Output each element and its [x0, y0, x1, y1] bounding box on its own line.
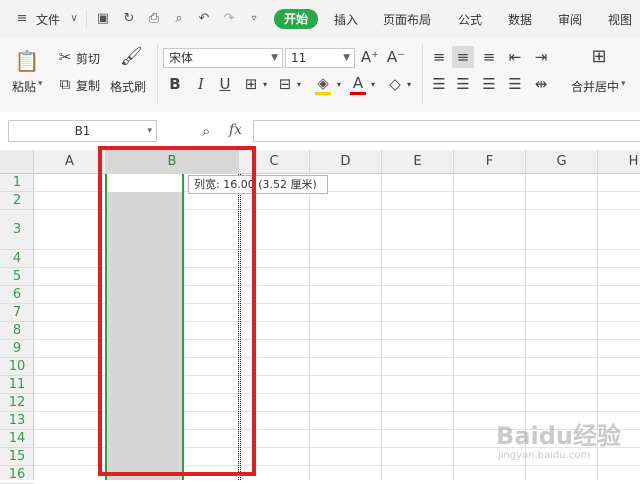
row-header-10[interactable]: 10 — [0, 358, 34, 376]
quick-access-dropdown-icon[interactable]: ▿ — [246, 11, 262, 27]
tab-review[interactable]: 审阅 — [558, 11, 582, 28]
menu-bar: ≡ 文件 ∨ ▣ ↻ ⎙ ⌕ ↶ ↷ ▿ 开始 插入 页面布局 公式 数据 审阅… — [0, 0, 640, 38]
chevron-down-icon: ▼ — [343, 53, 350, 63]
row-header-13[interactable]: 13 — [0, 412, 34, 430]
redo-icon[interactable]: ↷ — [221, 11, 237, 27]
paste-dropdown-icon[interactable]: ▾ — [38, 79, 43, 89]
borders-icon[interactable]: ⊞ — [242, 75, 260, 93]
align-left-icon[interactable]: ☰ — [430, 75, 448, 93]
distributed-align-icon[interactable]: ⇹ — [532, 75, 550, 93]
chevron-down-icon: ▾ — [147, 126, 152, 136]
name-box[interactable]: B1 ▾ — [8, 120, 157, 142]
chevron-down-icon: ▼ — [271, 53, 278, 63]
chevron-down-icon[interactable]: ▾ — [260, 76, 270, 94]
merge-center-button[interactable]: 合并居中 — [571, 78, 619, 95]
watermark-brand: Baidu经验 — [496, 422, 621, 450]
hamburger-menu-icon[interactable]: ≡ — [14, 11, 30, 27]
column-header-g[interactable]: G — [526, 150, 598, 174]
bold-button[interactable]: B — [166, 75, 184, 93]
row-header-12[interactable]: 12 — [0, 394, 34, 412]
tab-insert[interactable]: 插入 — [334, 11, 358, 28]
align-center-icon[interactable]: ☰ — [454, 75, 472, 93]
underline-button[interactable]: U — [216, 75, 234, 93]
tab-start[interactable]: 开始 — [274, 9, 318, 29]
formula-input[interactable] — [253, 120, 640, 142]
save-icon[interactable]: ▣ — [95, 11, 111, 27]
format-painter-icon[interactable]: 🖌 — [120, 48, 143, 66]
copy-icon[interactable]: ⧉ — [56, 75, 74, 93]
row-header-9[interactable]: 9 — [0, 340, 34, 358]
align-bottom-icon[interactable]: ≡ — [480, 48, 498, 66]
merge-dropdown-icon[interactable]: ▾ — [621, 79, 626, 89]
chevron-down-icon[interactable]: ▾ — [294, 76, 304, 94]
row-header-2[interactable]: 2 — [0, 192, 34, 210]
row-header-3[interactable]: 3 — [0, 210, 34, 250]
tab-formulas[interactable]: 公式 — [458, 11, 482, 28]
export-icon[interactable]: ↻ — [121, 11, 137, 27]
row-header-7[interactable]: 7 — [0, 304, 34, 322]
name-box-value: B1 — [74, 124, 91, 138]
font-color-icon[interactable]: A — [350, 74, 366, 92]
fill-color-icon[interactable]: ◈ — [314, 74, 332, 92]
chevron-down-icon[interactable]: ▾ — [404, 76, 414, 94]
column-header-f[interactable]: F — [454, 150, 526, 174]
chevron-down-icon[interactable]: ▾ — [368, 76, 378, 94]
font-name-select[interactable]: 宋体 ▼ — [163, 48, 283, 68]
select-all-corner[interactable] — [0, 150, 34, 174]
increase-font-icon[interactable]: A⁺ — [360, 48, 380, 66]
column-header-e[interactable]: E — [382, 150, 454, 174]
increase-indent-icon[interactable]: ⇥ — [532, 48, 550, 66]
zoom-formula-icon[interactable]: ⌕ — [202, 122, 210, 140]
fx-icon[interactable]: fx — [229, 122, 242, 138]
font-color-swatch — [350, 92, 366, 95]
column-header-h[interactable]: H — [598, 150, 640, 174]
justify-icon[interactable]: ☰ — [506, 75, 524, 93]
row-header-6[interactable]: 6 — [0, 286, 34, 304]
align-top-icon[interactable]: ≡ — [430, 48, 448, 66]
row-header-16[interactable]: 16 — [0, 466, 34, 484]
copy-button[interactable]: 复制 — [76, 77, 100, 94]
column-header-a[interactable]: A — [34, 150, 106, 174]
tab-data[interactable]: 数据 — [508, 11, 532, 28]
print-preview-icon[interactable]: ⌕ — [171, 11, 187, 27]
column-header-d[interactable]: D — [310, 150, 382, 174]
paste-button[interactable]: 粘贴 — [12, 78, 36, 95]
chevron-down-icon[interactable]: ∨ — [66, 11, 82, 27]
file-menu[interactable]: 文件 — [36, 11, 60, 28]
paste-icon[interactable]: 📋 — [14, 48, 40, 74]
watermark: Baidu经验 jingyan.baidu.com — [496, 416, 636, 476]
font-size-value: 11 — [291, 51, 307, 65]
font-size-select[interactable]: 11 ▼ — [285, 48, 355, 68]
watermark-url: jingyan.baidu.com — [498, 450, 591, 461]
eraser-icon[interactable]: ◇ — [386, 75, 404, 93]
align-middle-icon[interactable]: ≡ — [454, 48, 472, 66]
print-icon[interactable]: ⎙ — [146, 11, 162, 27]
decrease-font-icon[interactable]: A⁻ — [386, 48, 406, 66]
row-header-1[interactable]: 1 — [0, 174, 34, 192]
font-name-value: 宋体 — [169, 51, 194, 65]
tab-view[interactable]: 视图 — [608, 11, 632, 28]
format-painter-button[interactable]: 格式刷 — [110, 78, 146, 95]
row-header-14[interactable]: 14 — [0, 430, 34, 448]
cut-button[interactable]: 剪切 — [76, 50, 100, 67]
align-right-icon[interactable]: ☰ — [480, 75, 498, 93]
row-header-4[interactable]: 4 — [0, 250, 34, 268]
chevron-down-icon[interactable]: ▾ — [334, 76, 344, 94]
merge-center-icon[interactable]: ⊞ — [588, 48, 610, 66]
tab-page-layout[interactable]: 页面布局 — [383, 11, 431, 28]
cell-fill-style-icon[interactable]: ⊟ — [276, 75, 294, 93]
fill-color-swatch — [315, 92, 331, 95]
decrease-indent-icon[interactable]: ⇤ — [506, 48, 524, 66]
row-header-8[interactable]: 8 — [0, 322, 34, 340]
undo-icon[interactable]: ↶ — [196, 11, 212, 27]
row-header-11[interactable]: 11 — [0, 376, 34, 394]
row-header-5[interactable]: 5 — [0, 268, 34, 286]
highlight-box — [98, 146, 256, 476]
italic-button[interactable]: I — [192, 75, 210, 93]
ribbon-toolbar: 📋 粘贴 ▾ ✂ 剪切 ⧉ 复制 🖌 格式刷 宋体 ▼ 11 ▼ A⁺ A⁻ B… — [0, 38, 640, 113]
row-header-15[interactable]: 15 — [0, 448, 34, 466]
scissors-icon[interactable]: ✂ — [56, 48, 74, 66]
